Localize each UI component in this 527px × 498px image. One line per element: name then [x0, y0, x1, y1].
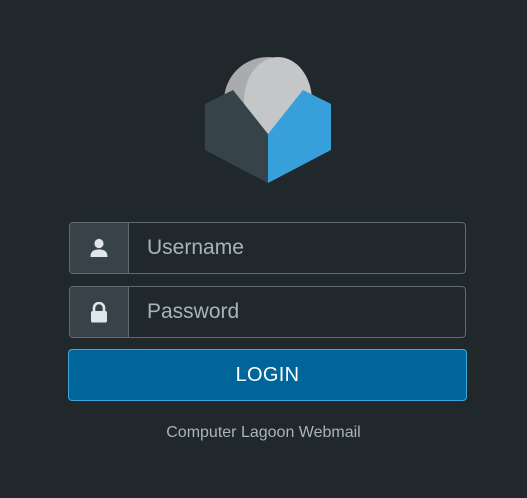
product-name-label: Computer Lagoon Webmail	[166, 424, 361, 441]
password-input[interactable]	[129, 287, 465, 337]
login-button[interactable]: LOGIN	[68, 349, 467, 401]
password-field	[69, 286, 466, 338]
username-input[interactable]	[129, 223, 465, 273]
user-icon	[90, 238, 108, 257]
password-icon-panel	[70, 287, 129, 337]
roundcube-logo-icon	[205, 57, 331, 183]
username-icon-panel	[70, 223, 129, 273]
username-field	[69, 222, 466, 274]
lock-icon	[91, 301, 107, 322]
